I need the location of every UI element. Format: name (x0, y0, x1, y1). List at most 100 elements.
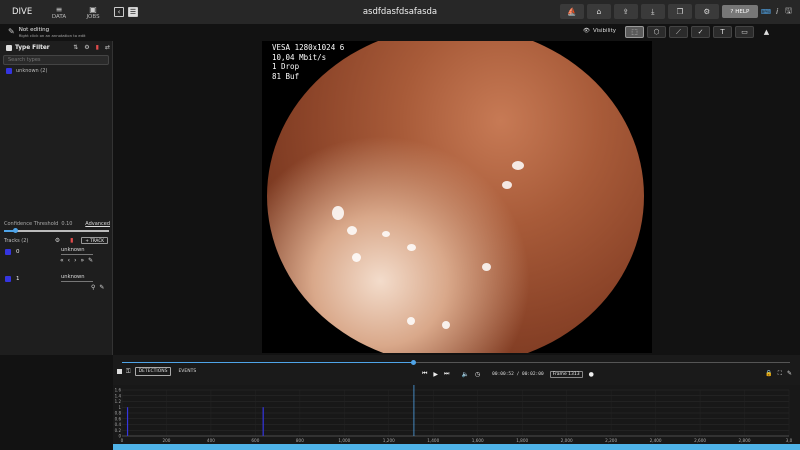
back-button[interactable]: ‹ (114, 7, 124, 17)
next-frame-icon[interactable]: › (74, 257, 76, 264)
import-button[interactable]: ⇪ (613, 4, 638, 19)
delete-icon[interactable]: ▮ (96, 44, 99, 51)
confidence-value: 0.10 (61, 221, 73, 227)
comment-mode-button[interactable]: ▭ (735, 26, 754, 38)
pipeline-button[interactable]: ⛵ (559, 4, 584, 19)
last-frame-icon[interactable]: » (80, 257, 84, 264)
type-item[interactable]: unknown (2) (6, 68, 47, 74)
line-icon: ⟋ (676, 27, 681, 36)
training-icon: ⌂ (596, 7, 602, 16)
type-search-input[interactable] (3, 55, 109, 65)
volume-icon[interactable]: 🔈 (461, 371, 468, 378)
x-tick-label: 1,000 (338, 438, 350, 443)
sort-icon[interactable]: ⇅ (73, 44, 78, 51)
key-icon[interactable]: ⚿ (126, 368, 131, 376)
settings-button[interactable]: ⚙ (694, 4, 719, 19)
training-button[interactable]: ⌂ (586, 4, 611, 19)
map-marker-icon[interactable]: ⚲ (91, 284, 95, 291)
timeline-scrollbar[interactable] (113, 444, 800, 450)
text-icon: T (720, 28, 725, 36)
tooltip-mode-button[interactable]: ▲ (757, 26, 776, 38)
highlight-spot (502, 181, 512, 189)
delete-icon[interactable]: ▮ (70, 237, 73, 244)
y-tick-label: 0.6 (115, 416, 122, 421)
tracks-header: Tracks (2) ⚙ ▮ + TRACK (4, 237, 108, 244)
x-tick-label: 3,0 (786, 438, 793, 443)
seek-bar[interactable] (122, 360, 790, 365)
list-icon: ☰ (129, 8, 137, 16)
head-tail-mode-button[interactable]: ✓ (691, 26, 710, 38)
sidebar-toggle-button[interactable]: ☰ (128, 7, 138, 17)
edit-track-icon[interactable]: ✎ (99, 284, 104, 291)
text-mode-button[interactable]: T (713, 26, 732, 38)
add-track-button[interactable]: + TRACK (81, 237, 108, 244)
line-mode-button[interactable]: ⟋ (669, 26, 688, 38)
edit-track-icon[interactable]: ✎ (88, 257, 93, 264)
advanced-link[interactable]: Advanced (85, 221, 110, 227)
x-tick-label: 1,800 (516, 438, 528, 443)
video-frame[interactable]: VESA 1280x1024 6 10,04 Mbit/s 1 Drop 81 Buf (262, 41, 652, 353)
app-brand[interactable]: DIVE (12, 7, 42, 17)
gear-icon[interactable]: ⚙ (84, 44, 89, 51)
speed-icon[interactable]: ◷ (475, 371, 480, 378)
tab-events[interactable]: EVENTS (175, 368, 199, 375)
gear-icon[interactable]: ⚙ (55, 237, 60, 244)
fit-icon[interactable]: ⛶ (778, 370, 782, 378)
first-frame-icon[interactable]: « (60, 257, 64, 264)
clone-button[interactable]: ❐ (667, 4, 692, 19)
download-button[interactable]: ⤓ (640, 4, 665, 19)
track-checkbox[interactable] (5, 249, 11, 255)
track-type-input[interactable]: unknown (61, 274, 93, 282)
visibility-control[interactable]: 👁 Visibility (583, 28, 616, 34)
play-icon[interactable]: ▶ (433, 371, 438, 378)
skip-forward-icon[interactable]: ⏭ (444, 370, 449, 378)
prev-frame-icon[interactable]: ‹ (68, 257, 70, 264)
highlight-spot (347, 226, 357, 235)
track-row[interactable]: 0 unknown « ‹ › » ✎ (5, 247, 109, 271)
type-filter-checkbox[interactable] (6, 44, 12, 51)
confidence-label: Confidence Threshold (4, 221, 59, 227)
help-button[interactable]: ? HELP (721, 5, 758, 18)
endoscope-image (267, 41, 644, 353)
nav-data-button[interactable]: ≡ DATA (42, 0, 76, 24)
edit-icon[interactable]: ✎ (787, 370, 792, 378)
highlight-spot (442, 321, 450, 329)
type-checkbox[interactable] (6, 68, 12, 74)
collapse-timeline-icon[interactable] (117, 369, 122, 374)
track-type-input[interactable]: unknown (61, 247, 93, 255)
skip-back-icon[interactable]: ⏮ (422, 370, 427, 378)
timeline-right-controls: 🔒 ⛶ ✎ (765, 370, 792, 378)
track-row[interactable]: 1 unknown ⚲ ✎ (5, 274, 109, 298)
confidence-slider[interactable] (4, 228, 109, 233)
keyboard-icon[interactable]: ⌨ (761, 8, 771, 16)
y-tick-label: 1.2 (115, 399, 122, 404)
highlight-spot (407, 317, 415, 325)
confidence-slider-handle[interactable] (13, 228, 18, 233)
info-icon[interactable]: ● (589, 371, 594, 378)
lock-icon[interactable]: 🔒 (765, 370, 772, 378)
frame-input[interactable]: Frame 1313 (549, 370, 583, 378)
type-label: unknown (2) (16, 68, 48, 74)
top-actions: ⛵ ⌂ ⇪ ⤓ ❐ ⚙ ? HELP ⌨ i 🖫 (559, 4, 794, 19)
polygon-mode-button[interactable]: ⬡ (647, 26, 666, 38)
sidebar: Type Filter ⇅ ⚙ ▮ ⇄ unknown (2) Confiden… (0, 41, 113, 355)
x-tick-label: 2,600 (694, 438, 706, 443)
info-icon[interactable]: i (776, 7, 778, 16)
x-tick-label: 400 (207, 438, 215, 443)
nav-jobs-button[interactable]: ▣ JOBS (76, 0, 110, 24)
confidence-row: Confidence Threshold 0.10 Advanced (4, 221, 110, 227)
triangle-icon: ▲ (763, 28, 770, 36)
time-readout: 00:00:52 / 00:02:00 (492, 371, 544, 377)
tab-detections[interactable]: DETECTIONS (134, 367, 172, 376)
track-checkbox[interactable] (5, 276, 11, 282)
rectangle-mode-button[interactable]: ⬚ (625, 26, 644, 38)
x-tick-label: 1,400 (427, 438, 439, 443)
x-tick-label: 2,000 (561, 438, 573, 443)
save-icon[interactable]: 🖫 (785, 5, 792, 19)
briefcase-icon: ▣ (89, 4, 97, 14)
seek-bar-handle[interactable] (411, 360, 416, 365)
swap-icon[interactable]: ⇄ (105, 44, 110, 51)
type-filter-title: Type Filter (15, 44, 50, 51)
detection-graph[interactable]: 1.6 1.4 1.2 1 0.8 0.6 0.4 0.2 0 0 200 400 600 800 1,00… (113, 385, 800, 444)
x-tick-label: 2,200 (605, 438, 617, 443)
